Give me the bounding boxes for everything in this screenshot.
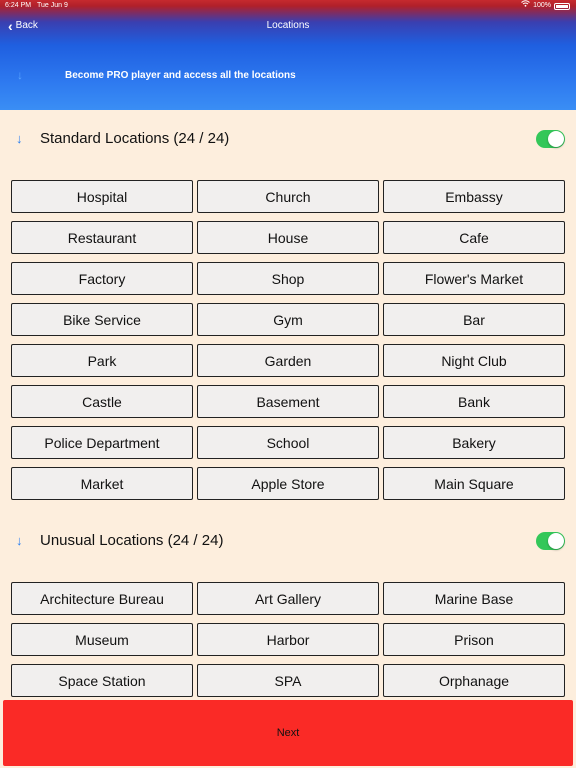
location-button[interactable]: Space Station: [11, 664, 193, 697]
unusual-locations-title: Unusual Locations (24 / 24): [40, 532, 224, 549]
promo-text: Become PRO player and access all the loc…: [65, 69, 296, 81]
header-banner: 6:24 PM Tue Jun 9 100% ‹ Back Locations …: [0, 0, 576, 110]
battery-icon: [554, 2, 570, 10]
location-button[interactable]: Harbor: [197, 623, 379, 656]
location-button[interactable]: Castle: [11, 385, 193, 418]
location-button[interactable]: Main Square: [383, 467, 565, 500]
standard-locations-grid: Hospital Church Embassy Restaurant House Cafe…: [11, 180, 565, 500]
location-button[interactable]: Flower's Market: [383, 262, 565, 295]
location-button[interactable]: Embassy: [383, 180, 565, 213]
status-time: 6:24 PM: [5, 2, 32, 9]
location-button[interactable]: Marine Base: [383, 582, 565, 615]
unusual-locations-grid: Architecture Bureau Art Gallery Marine Bas…: [11, 582, 565, 697]
standard-locations-header[interactable]: ↓ Standard Locations (24 / 24): [0, 124, 576, 154]
arrow-down-icon: ↓: [16, 131, 23, 146]
location-button[interactable]: Bike Service: [11, 303, 193, 336]
location-button[interactable]: Bank: [383, 385, 565, 418]
status-right: 100%: [521, 0, 570, 12]
location-button[interactable]: Orphanage: [383, 664, 565, 697]
toggle-knob: [548, 131, 564, 147]
location-button[interactable]: Art Gallery: [197, 582, 379, 615]
location-button[interactable]: Museum: [11, 623, 193, 656]
next-label: Next: [276, 727, 300, 739]
wifi-icon: [521, 0, 530, 12]
location-button[interactable]: Apple Store: [197, 467, 379, 500]
navigation-bar: ‹ Back Locations: [0, 12, 576, 40]
location-button[interactable]: Factory: [11, 262, 193, 295]
page-title: Locations: [266, 20, 310, 31]
location-button[interactable]: Park: [11, 344, 193, 377]
location-button[interactable]: House: [197, 221, 379, 254]
arrow-down-icon: ↓: [16, 533, 23, 548]
location-button[interactable]: Police Department: [11, 426, 193, 459]
location-button[interactable]: School: [197, 426, 379, 459]
status-bar: 6:24 PM Tue Jun 9 100%: [0, 0, 576, 12]
location-button[interactable]: Night Club: [383, 344, 565, 377]
arrow-down-icon: ↓: [17, 68, 23, 82]
location-button[interactable]: Bar: [383, 303, 565, 336]
location-button[interactable]: Shop: [197, 262, 379, 295]
standard-locations-toggle[interactable]: [536, 130, 565, 148]
location-button[interactable]: Prison: [383, 623, 565, 656]
unusual-locations-header[interactable]: ↓ Unusual Locations (24 / 24): [0, 526, 576, 556]
status-date: Tue Jun 9: [37, 2, 68, 9]
location-button[interactable]: Gym: [197, 303, 379, 336]
standard-locations-title: Standard Locations (24 / 24): [40, 130, 230, 147]
location-button[interactable]: SPA: [197, 664, 379, 697]
location-button[interactable]: Cafe: [383, 221, 565, 254]
toggle-knob: [548, 533, 564, 549]
next-button[interactable]: Next: [3, 700, 573, 766]
location-button[interactable]: Market: [11, 467, 193, 500]
unusual-locations-toggle[interactable]: [536, 532, 565, 550]
location-button[interactable]: Restaurant: [11, 221, 193, 254]
location-button[interactable]: Basement: [197, 385, 379, 418]
location-button[interactable]: Architecture Bureau: [11, 582, 193, 615]
battery-percent: 100%: [533, 2, 551, 9]
pro-promo-banner[interactable]: ↓ Become PRO player and access all the l…: [0, 60, 576, 90]
location-button[interactable]: Bakery: [383, 426, 565, 459]
location-button[interactable]: Hospital: [11, 180, 193, 213]
location-button[interactable]: Church: [197, 180, 379, 213]
location-button[interactable]: Garden: [197, 344, 379, 377]
